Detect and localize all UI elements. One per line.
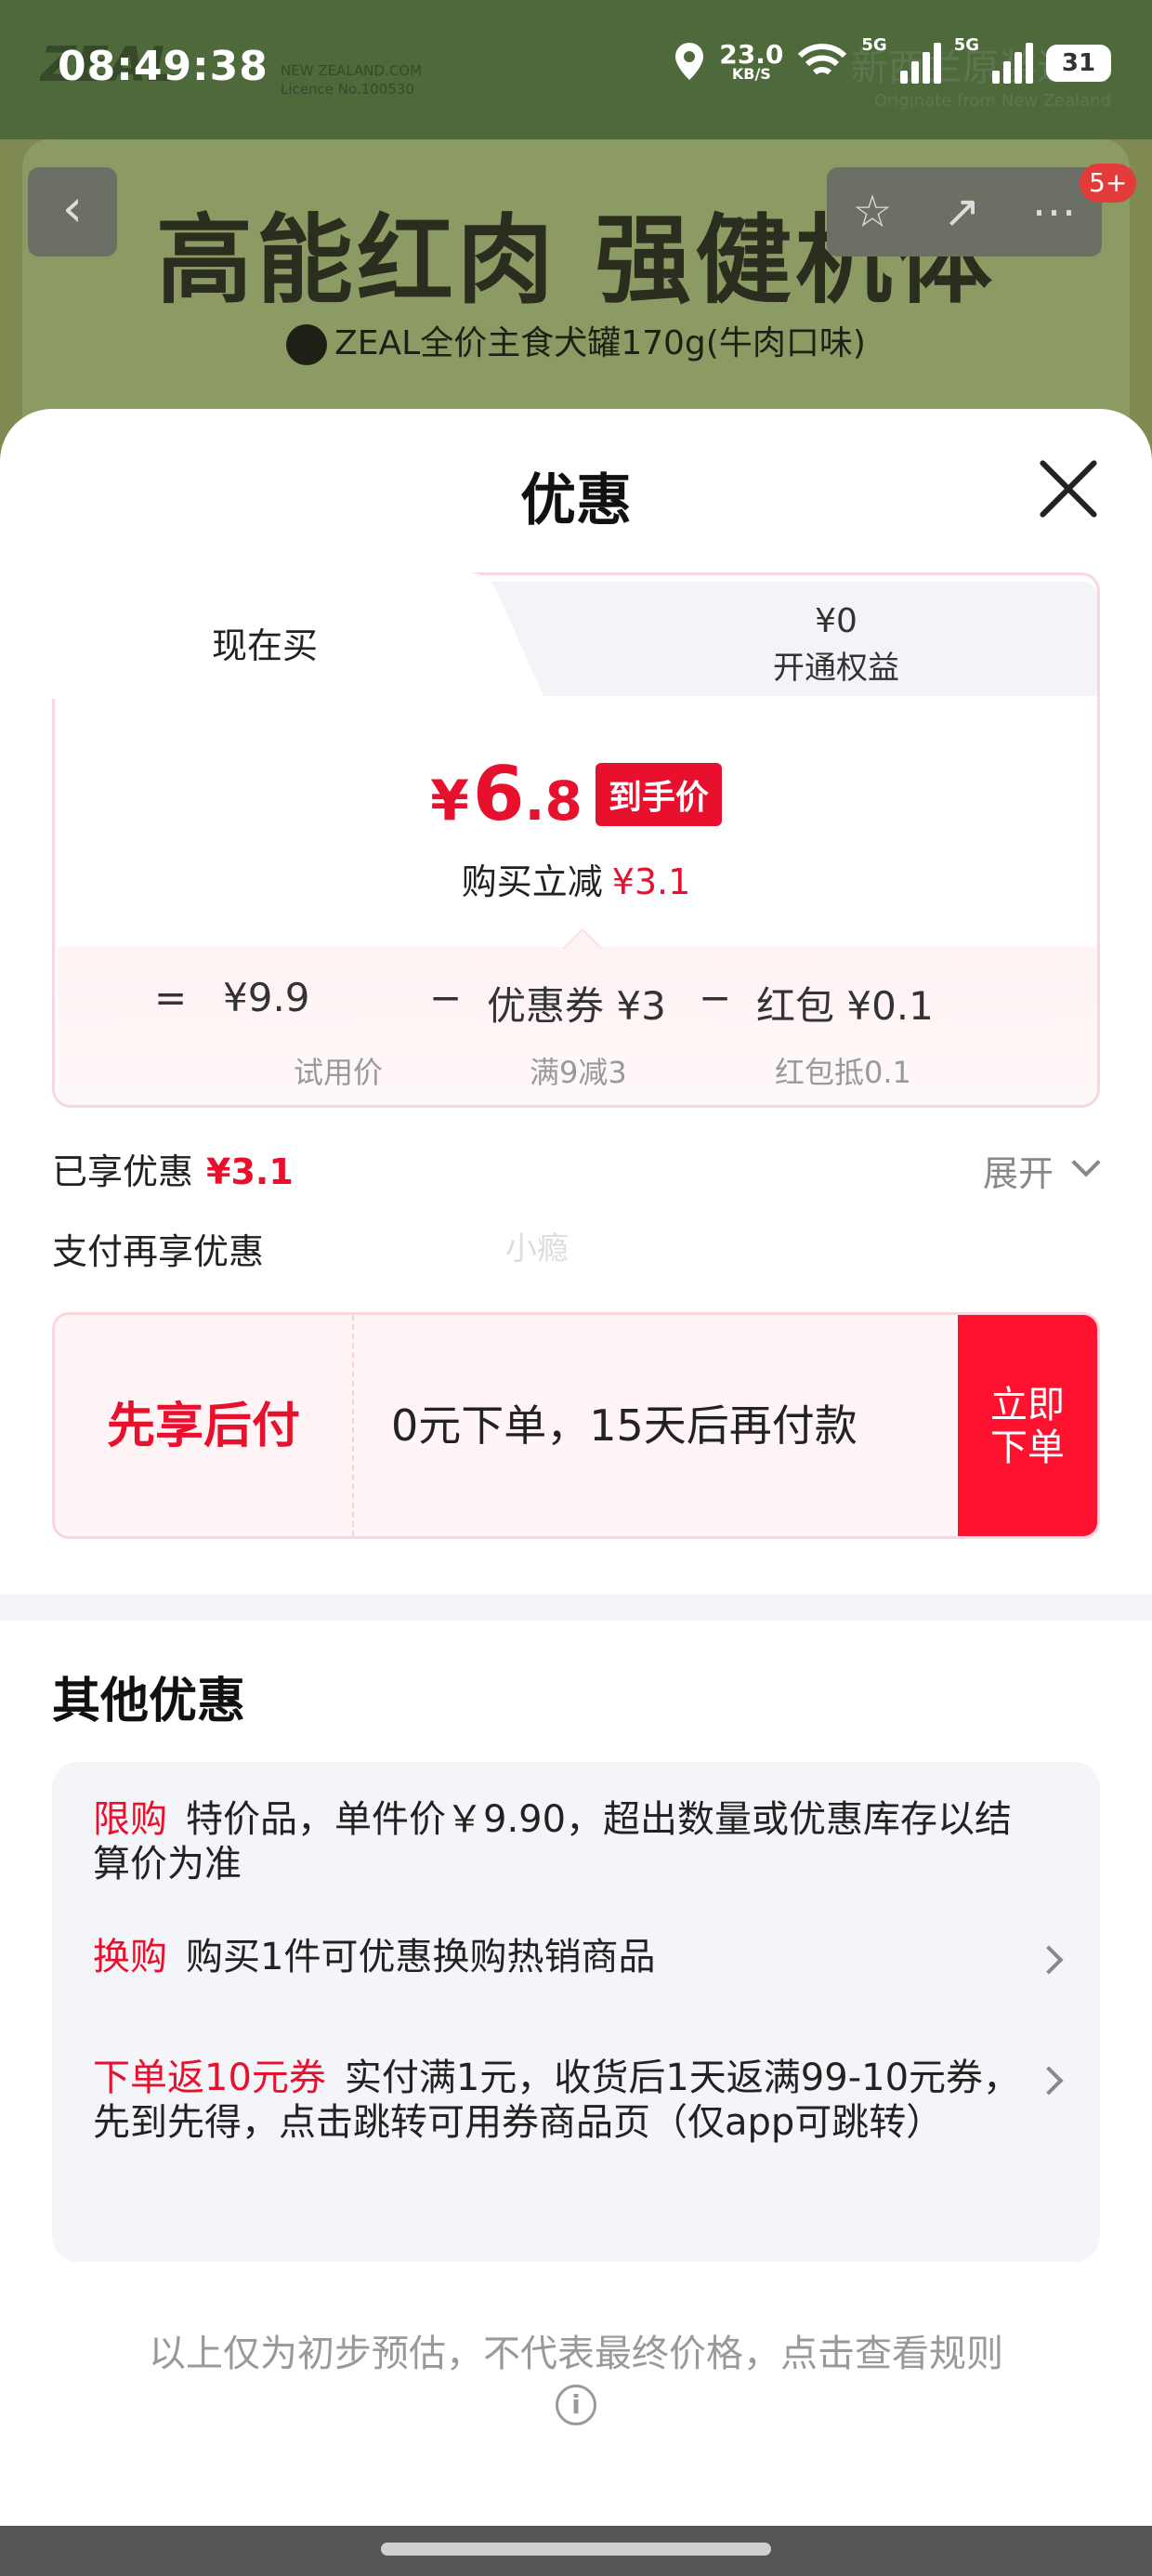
trial-price: ¥9.9 [223,975,310,1020]
chevron-down-icon[interactable] [1071,1148,1101,1177]
status-time: 08:49:38 [58,43,268,90]
promo-item-coupon-return[interactable]: 下单返10元券 实付满1元，收货后1天返满99-10元券，先到先得，点击跳转可用券… [93,2056,1022,2145]
message-badge: 5+ [1080,164,1137,203]
location-icon [673,41,706,85]
other-discounts-title: 其他优惠 [52,1674,246,1729]
product-name-text: ZEAL全价主食犬罐170g(牛肉口味) [334,324,866,362]
promo-item-limited: 限购 特价品，单件价￥9.90，超出数量或优惠库存以结算价为准 [93,1797,1022,1886]
enjoyed-discount: 已享优惠 ¥3.1 [52,1143,294,1194]
instant-discount-label: 购买立减 [461,861,603,902]
minus-sign-1: − [429,975,463,1020]
buy-now-pay-later-card[interactable]: 先享后付 0元下单，15天后再付款 立即 下单 [52,1312,1100,1539]
promo-text: 购买1件可优惠换购热销商品 [186,1936,656,1978]
enjoyed-discount-amount: ¥3.1 [206,1151,294,1192]
final-price-tag: 到手价 [595,762,722,826]
status-icons: 23.0 KB/S 5G 5G 31 [673,35,1111,91]
bnpl-description: 0元下单，15天后再付款 [391,1400,857,1451]
pay-more-discount-label: 支付再享优惠 [52,1231,265,1272]
bnpl-title: 先享后付 [55,1315,354,1536]
promo-tag: 限购 [93,1798,167,1841]
promo-tag: 换购 [93,1936,167,1978]
instant-discount-amount: ¥3.1 [611,861,691,902]
signal-type-1: 5G [861,35,887,55]
chevron-right-icon[interactable] [1034,2066,1064,2096]
section-divider [0,1595,1152,1621]
cat-logo-icon [286,324,328,365]
trial-price-label: 试用价 [294,1055,384,1090]
price-decimal: .8 [524,769,583,833]
signal-bars-1-icon [899,43,941,84]
price-breakdown: = ¥9.9 − 优惠券 ¥3 − 红包 ¥0.1 试用价 满9减3 红包抵0.… [58,947,1097,1105]
close-icon[interactable] [1037,457,1100,520]
final-price-value: ¥6.8 [430,751,583,837]
instant-discount: 购买立减 ¥3.1 [52,853,1100,904]
status-bar: 08:49:38 23.0 KB/S 5G 5G 31 [0,0,1152,139]
info-icon[interactable]: i [556,2385,596,2425]
discount-sheet: 优惠 ¥0 开通权益 = ¥9.9 − 优惠券 ¥3 − 红包 ¥0.1 试用价… [0,409,1152,2576]
price-integer: 6 [472,751,525,837]
order-now-button[interactable]: 立即 下单 [958,1315,1097,1536]
back-button[interactable]: ‹ [28,167,117,256]
sheet-title: 优惠 [520,468,632,533]
rules-disclaimer[interactable]: 以上仅为初步预估，不代表最终价格，点击查看规则 [0,2323,1152,2377]
battery-icon: 31 [1046,45,1111,82]
home-indicator[interactable] [381,2543,771,2556]
more-icon[interactable]: ⋯ [1032,186,1077,238]
product-name: ZEAL全价主食犬罐170g(牛肉口味) [0,316,1152,365]
redpack-amount: 红包 ¥0.1 [756,983,934,1029]
promo-item-exchange[interactable]: 换购 购买1件可优惠换购热销商品 [93,1935,1022,1979]
price-currency: ¥ [430,769,469,834]
coupon-label: 满9减3 [530,1055,627,1090]
order-now-line-1: 立即 [990,1384,1065,1426]
minus-sign-2: − [699,975,732,1020]
coupon-amount: 优惠券 ¥3 [487,983,666,1029]
redpack-label: 红包抵0.1 [775,1055,911,1090]
tab-buy-now[interactable]: 现在买 [52,572,479,699]
watermark: 小瘾 [505,1230,569,1268]
order-now-line-2: 下单 [990,1426,1065,1469]
equals-sign: = [154,975,188,1020]
tab-buy-now-label: 现在买 [212,625,319,666]
wifi-icon [796,41,848,85]
promo-tag: 下单返10元券 [93,2057,326,2099]
signal-type-2: 5G [953,35,979,55]
promo-text: 特价品，单件价￥9.90，超出数量或优惠库存以结算价为准 [93,1798,1013,1886]
other-discounts-list: 限购 特价品，单件价￥9.90，超出数量或优惠库存以结算价为准 换购 购买1件可优惠… [52,1762,1100,2262]
enjoyed-discount-label: 已享优惠 [52,1151,194,1192]
top-action-group: ☆ ↗ ⋯ [827,167,1102,256]
favorite-star-icon[interactable]: ☆ [852,186,892,238]
price-card: ¥0 开通权益 = ¥9.9 − 优惠券 ¥3 − 红包 ¥0.1 试用价 满9… [52,572,1100,1108]
signal-bars-2-icon [992,43,1033,84]
chevron-right-icon[interactable] [1034,1945,1064,1975]
expand-button[interactable]: 展开 [983,1145,1054,1196]
share-icon[interactable]: ↗ [943,186,980,238]
network-speed: 23.0 KB/S [719,42,783,83]
final-price: ¥6.8 到手价 [52,751,1100,837]
